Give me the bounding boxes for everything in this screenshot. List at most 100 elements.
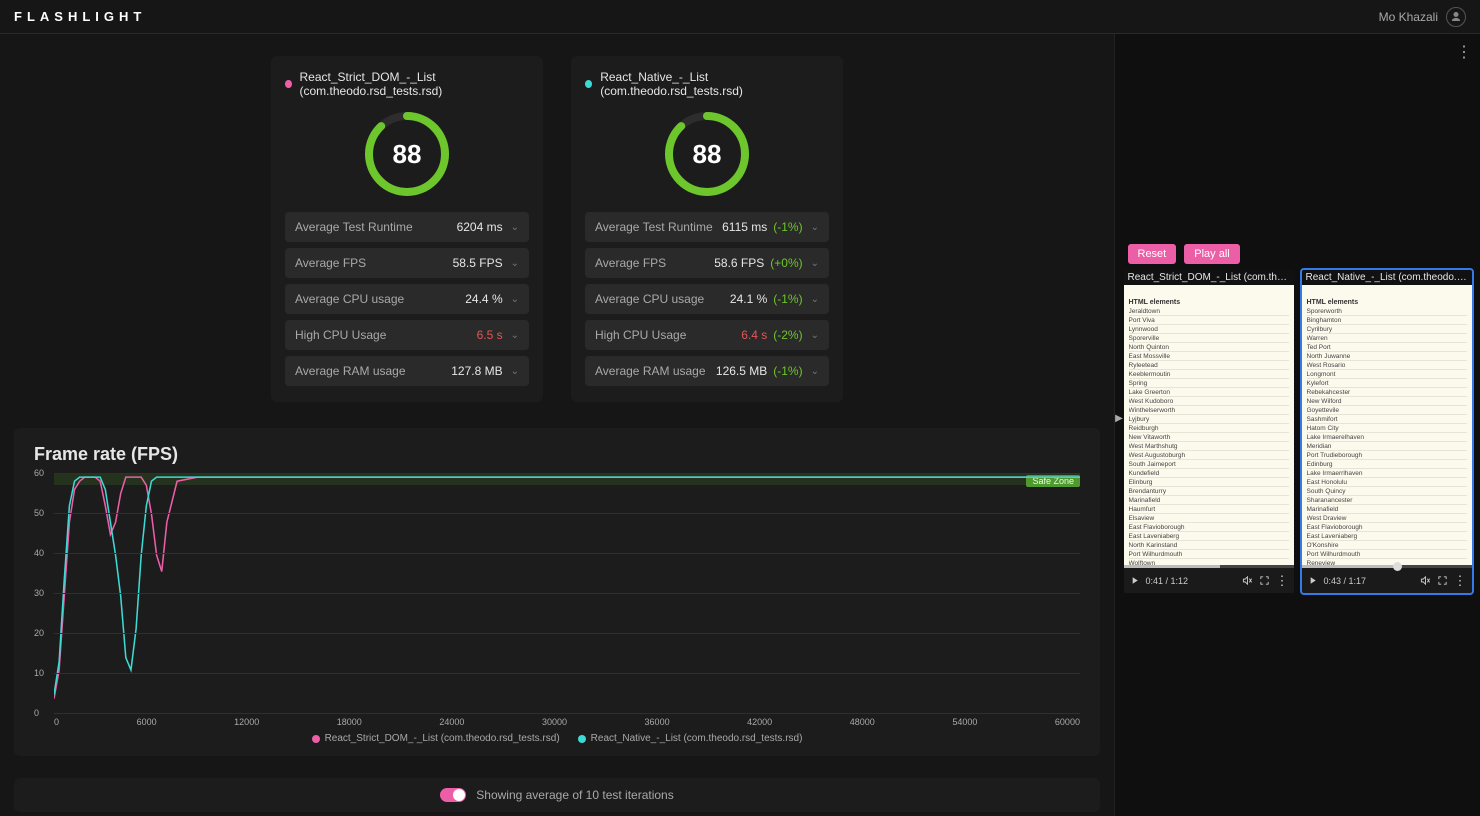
- chevron-down-icon[interactable]: ⌄: [511, 294, 519, 305]
- y-tick: 40: [34, 548, 44, 558]
- list-item: West Rosario: [1307, 361, 1467, 370]
- list-item: Reidburgh: [1129, 424, 1289, 433]
- metric-row[interactable]: Average RAM usage126.5 MB(-1%)⌄: [585, 356, 829, 386]
- chart-series-line: [54, 477, 1080, 695]
- list-item: Port Wilhurdmouth: [1129, 550, 1289, 559]
- y-tick: 10: [34, 668, 44, 678]
- video-preview[interactable]: React_Strict_DOM_-_List (com.theod...HTM…: [1124, 270, 1294, 593]
- panel-menu-icon[interactable]: ⋮: [1456, 42, 1472, 62]
- list-item: Sporerville: [1129, 334, 1289, 343]
- list-item: Jeraldtown: [1129, 307, 1289, 316]
- chevron-down-icon[interactable]: ⌄: [811, 294, 819, 305]
- metric-value: 6115 ms: [722, 220, 767, 234]
- list-item: Spring: [1129, 379, 1289, 388]
- video-time: 0:43 / 1:17: [1324, 576, 1367, 586]
- play-icon[interactable]: [1307, 575, 1318, 586]
- collapse-panel-icon[interactable]: ▶: [1113, 406, 1125, 430]
- user-icon: [1450, 11, 1462, 23]
- chart-title: Frame rate (FPS): [34, 444, 1080, 465]
- y-tick: 0: [34, 708, 39, 718]
- user-name: Mo Khazali: [1379, 10, 1438, 24]
- list-item: New Wilford: [1307, 397, 1467, 406]
- play-all-button[interactable]: Play all: [1184, 244, 1239, 264]
- volume-icon[interactable]: [1420, 575, 1431, 586]
- list-item: Ted Port: [1307, 343, 1467, 352]
- series-dot-icon: [585, 80, 592, 88]
- grid-line: [54, 553, 1080, 554]
- metric-row[interactable]: Average FPS58.6 FPS(+0%)⌄: [585, 248, 829, 278]
- list-item: O'Konshire: [1307, 541, 1467, 550]
- metric-value: 6.5 s: [477, 328, 503, 342]
- list-item: East Flavioborough: [1129, 523, 1289, 532]
- metric-label: Average Test Runtime: [295, 220, 457, 234]
- list-item: Port Wilhurdmouth: [1307, 550, 1467, 559]
- metric-row[interactable]: Average FPS58.5 FPS⌄: [285, 248, 529, 278]
- list-item: Edinburg: [1307, 460, 1467, 469]
- metric-row[interactable]: Average Test Runtime6115 ms (-1%) ⌄: [585, 212, 829, 242]
- metric-label: Average FPS: [295, 256, 453, 270]
- metric-row[interactable]: Average CPU usage24.1 % (-1%) ⌄: [585, 284, 829, 314]
- metric-row[interactable]: Average RAM usage127.8 MB⌄: [285, 356, 529, 386]
- fps-chart: [54, 473, 1080, 719]
- video-menu-icon[interactable]: ⋮: [1454, 573, 1467, 589]
- list-item: South Quincy: [1307, 487, 1467, 496]
- list-item: Rebekahcester: [1307, 388, 1467, 397]
- footer-bar: Showing average of 10 test iterations: [14, 778, 1100, 812]
- metric-row[interactable]: Average Test Runtime6204 ms⌄: [285, 212, 529, 242]
- video-progress[interactable]: [1124, 565, 1294, 568]
- metric-delta: (-1%): [773, 364, 802, 378]
- list-item: West Marthshutg: [1129, 442, 1289, 451]
- score-ring: 88: [663, 110, 751, 198]
- metric-delta: (-2%): [773, 328, 802, 342]
- metric-label: Average CPU usage: [595, 292, 730, 306]
- video-preview[interactable]: React_Native_-_List (com.theodo.rsd...HT…: [1302, 270, 1472, 593]
- y-tick: 30: [34, 588, 44, 598]
- metric-row[interactable]: Average CPU usage24.4 %⌄: [285, 284, 529, 314]
- list-item: Goyettevile: [1307, 406, 1467, 415]
- chevron-down-icon[interactable]: ⌄: [811, 222, 819, 233]
- grid-line: [54, 473, 1080, 474]
- reset-button[interactable]: Reset: [1128, 244, 1177, 264]
- chevron-down-icon[interactable]: ⌄: [811, 366, 819, 377]
- chevron-down-icon[interactable]: ⌄: [511, 366, 519, 377]
- list-item: Elinburg: [1129, 478, 1289, 487]
- chevron-down-icon[interactable]: ⌄: [811, 330, 819, 341]
- chevron-down-icon[interactable]: ⌄: [511, 330, 519, 341]
- metric-delta: (-1%): [773, 292, 802, 306]
- legend-item: React_Native_-_List (com.theodo.rsd_test…: [578, 733, 803, 744]
- video-title: React_Native_-_List (com.theodo.rsd...: [1302, 270, 1472, 285]
- metric-label: Average RAM usage: [295, 364, 451, 378]
- chevron-down-icon[interactable]: ⌄: [811, 258, 819, 269]
- fullscreen-icon[interactable]: [1259, 575, 1270, 586]
- list-item: Keeblermoutin: [1129, 370, 1289, 379]
- metric-row[interactable]: High CPU Usage6.5 s ⌄: [285, 320, 529, 350]
- video-menu-icon[interactable]: ⋮: [1276, 573, 1289, 589]
- metric-delta: (-1%): [773, 220, 802, 234]
- series-dot-icon: [285, 80, 292, 88]
- list-item: Lake Irmaerelhaven: [1307, 433, 1467, 442]
- grid-line: [54, 633, 1080, 634]
- chevron-down-icon[interactable]: ⌄: [511, 258, 519, 269]
- list-item: Warren: [1307, 334, 1467, 343]
- metric-label: High CPU Usage: [295, 328, 477, 342]
- list-item: West Draview: [1307, 514, 1467, 523]
- legend-dot-icon: [578, 735, 586, 743]
- y-tick: 20: [34, 628, 44, 638]
- metric-label: Average Test Runtime: [595, 220, 722, 234]
- average-toggle[interactable]: [440, 788, 466, 802]
- user-menu[interactable]: Mo Khazali: [1379, 7, 1466, 27]
- metric-delta: (+0%): [770, 256, 802, 270]
- chevron-down-icon[interactable]: ⌄: [511, 222, 519, 233]
- grid-line: [54, 593, 1080, 594]
- play-icon[interactable]: [1129, 575, 1140, 586]
- metric-row[interactable]: High CPU Usage6.4 s(-2%)⌄: [585, 320, 829, 350]
- grid-line: [54, 713, 1080, 714]
- metric-value: 24.1 %: [730, 292, 767, 306]
- list-item: Winthelserworth: [1129, 406, 1289, 415]
- score-value: 88: [663, 110, 751, 198]
- fullscreen-icon[interactable]: [1437, 575, 1448, 586]
- list-item: South Jaimeport: [1129, 460, 1289, 469]
- video-progress[interactable]: [1302, 565, 1472, 568]
- volume-icon[interactable]: [1242, 575, 1253, 586]
- video-frame: HTML elementsJeraldtownPort VivaLynnwood…: [1124, 285, 1294, 565]
